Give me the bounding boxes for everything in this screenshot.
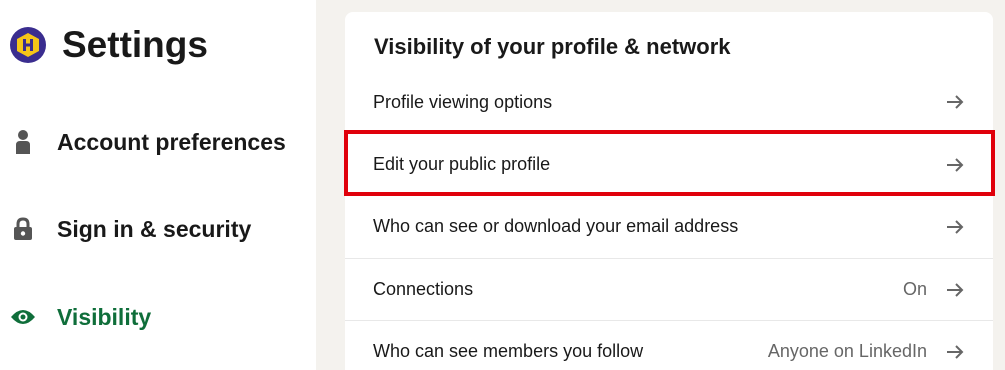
row-value: Anyone on LinkedIn bbox=[767, 341, 927, 361]
row-connections[interactable]: Connections On bbox=[345, 258, 993, 320]
row-email-visibility[interactable]: Who can see or download your email addre… bbox=[345, 195, 993, 257]
row-edit-public-profile[interactable]: Edit your public profile bbox=[345, 133, 993, 195]
sidebar-item-visibility[interactable]: Visibility bbox=[10, 302, 151, 332]
settings-header: Settings bbox=[10, 22, 208, 68]
row-label: Edit your public profile bbox=[373, 154, 551, 174]
arrow-right-icon bbox=[945, 342, 965, 362]
lock-icon bbox=[10, 214, 36, 244]
person-icon bbox=[10, 127, 36, 157]
row-value: On bbox=[902, 279, 927, 299]
sidebar-item-account-preferences[interactable]: Account preferences bbox=[10, 127, 286, 157]
eye-icon bbox=[10, 302, 36, 332]
arrow-right-icon bbox=[945, 92, 965, 112]
sidebar-item-sign-in-security[interactable]: Sign in & security bbox=[10, 214, 251, 244]
visibility-card: Visibility of your profile & network Pro… bbox=[345, 12, 993, 370]
row-label: Connections bbox=[373, 279, 474, 299]
arrow-right-icon bbox=[945, 280, 965, 300]
row-members-you-follow[interactable]: Who can see members you follow Anyone on… bbox=[345, 320, 993, 370]
row-label: Who can see members you follow bbox=[373, 341, 644, 361]
page-title: Settings bbox=[62, 24, 208, 65]
sidebar-item-label: Visibility bbox=[57, 303, 152, 330]
arrow-right-icon bbox=[945, 217, 965, 237]
row-label: Who can see or download your email addre… bbox=[373, 216, 739, 236]
settings-sidebar: Settings Account preferences Sign in & s… bbox=[0, 0, 316, 370]
card-title: Visibility of your profile & network bbox=[374, 34, 731, 59]
row-label: Profile viewing options bbox=[373, 91, 553, 112]
hexagon-h-icon bbox=[17, 33, 39, 57]
avatar[interactable] bbox=[10, 27, 46, 63]
sidebar-item-label: Account preferences bbox=[57, 128, 286, 155]
row-profile-viewing-options[interactable]: Profile viewing options bbox=[345, 71, 993, 133]
arrow-right-icon bbox=[945, 155, 965, 175]
sidebar-item-label: Sign in & security bbox=[57, 215, 252, 242]
